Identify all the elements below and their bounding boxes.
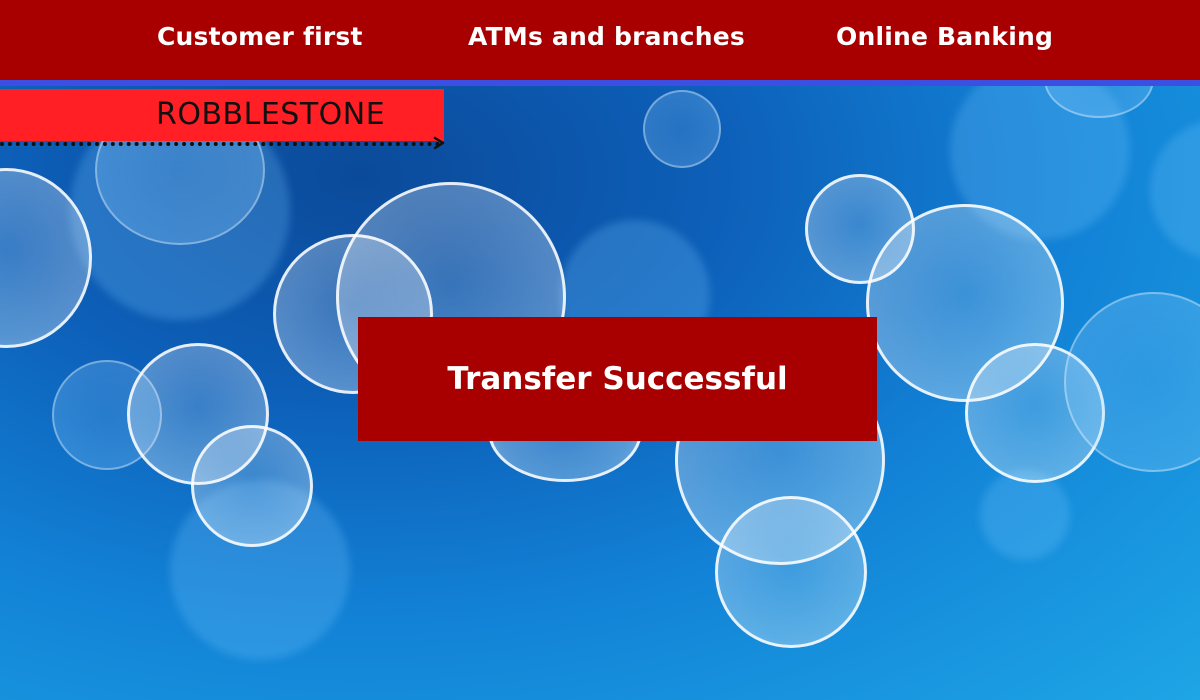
top-navigation-bar: Customer first ATMs and branches Online … bbox=[0, 0, 1200, 86]
background-bubble bbox=[191, 425, 313, 547]
brand-logo-text[interactable]: ROBBLESTONE bbox=[156, 97, 385, 132]
nav-link-customer-first[interactable]: Customer first bbox=[157, 22, 363, 51]
nav-link-atms-and-branches[interactable]: ATMs and branches bbox=[468, 22, 745, 51]
brand-dotted-rule bbox=[0, 142, 440, 146]
background-bubble bbox=[715, 496, 867, 648]
background-bubble bbox=[1150, 120, 1200, 260]
transfer-success-message: Transfer Successful bbox=[447, 361, 788, 397]
background-bubble bbox=[643, 90, 721, 168]
nav-link-online-banking[interactable]: Online Banking bbox=[836, 22, 1053, 51]
brand-band: ROBBLESTONE bbox=[0, 89, 444, 141]
transfer-success-banner: Transfer Successful bbox=[358, 317, 877, 441]
arrow-right-icon bbox=[433, 136, 445, 150]
background-bubble bbox=[980, 470, 1070, 560]
